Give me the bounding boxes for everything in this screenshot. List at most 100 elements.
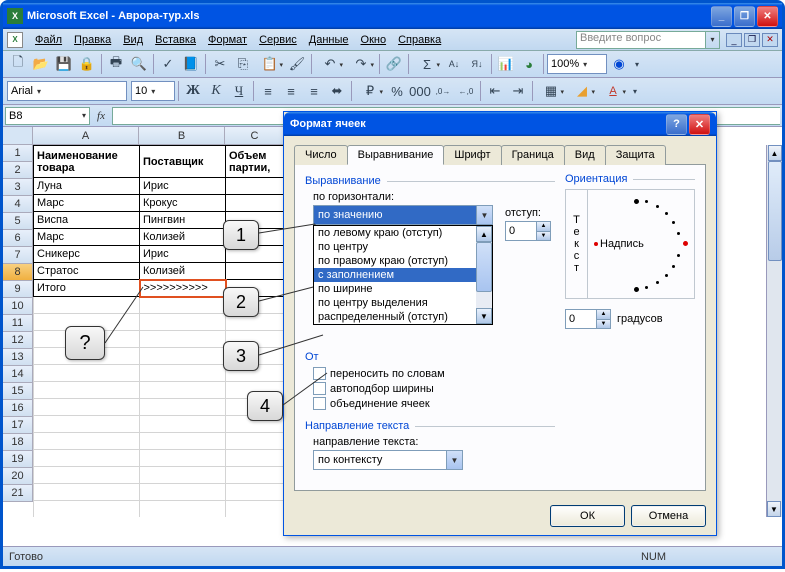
cell-b8-selected[interactable]: >>>>>>>>>> <box>140 280 226 297</box>
row-header-8[interactable]: 8 <box>3 264 33 281</box>
dialog-titlebar[interactable]: Формат ячеек ? ✕ <box>284 112 716 136</box>
dropdown-option[interactable]: по центру выделения <box>314 296 492 310</box>
dialog-tab-2[interactable]: Шрифт <box>443 145 501 165</box>
menu-tools[interactable]: Сервис <box>253 32 303 48</box>
dropdown-option[interactable]: с заполнением <box>314 268 492 282</box>
row-header-17[interactable]: 17 <box>3 417 33 434</box>
workbook-icon[interactable]: X <box>7 32 23 48</box>
row-header-19[interactable]: 19 <box>3 451 33 468</box>
permission-icon[interactable]: 🔒 <box>76 53 98 75</box>
minimize-button[interactable]: _ <box>711 6 732 27</box>
borders-icon[interactable]: ▦ <box>536 80 566 102</box>
workbook-restore-button[interactable]: ❐ <box>744 33 760 47</box>
cancel-button[interactable]: Отмена <box>631 505 706 527</box>
spinner-down[interactable]: ▼ <box>596 320 610 329</box>
sort-asc-icon[interactable]: A↓ <box>443 53 465 75</box>
bold-button[interactable]: Ж <box>182 80 204 102</box>
toolbar-options-icon[interactable]: ▾ <box>631 53 643 75</box>
dialog-tab-4[interactable]: Вид <box>564 145 606 165</box>
dropdown-option[interactable]: по правому краю (отступ) <box>314 254 492 268</box>
dialog-tab-0[interactable]: Число <box>294 145 348 165</box>
indent-spinner[interactable]: 0 ▲▼ <box>505 221 551 241</box>
degrees-spinner[interactable]: 0 ▲▼ <box>565 309 611 329</box>
decrease-indent-icon[interactable]: ⇤ <box>484 80 506 102</box>
fx-button[interactable]: fx <box>90 110 112 122</box>
chevron-down-icon[interactable]: ▼ <box>446 451 462 469</box>
dialog-tab-5[interactable]: Защита <box>605 145 666 165</box>
font-color-icon[interactable]: A <box>598 80 628 102</box>
column-header-C[interactable]: C <box>225 127 285 145</box>
row-header-21[interactable]: 21 <box>3 485 33 502</box>
hyperlink-icon[interactable]: 🔗 <box>383 53 405 75</box>
fill-color-icon[interactable]: ◢ <box>567 80 597 102</box>
row-header-6[interactable]: 6 <box>3 230 33 247</box>
ok-button[interactable]: ОК <box>550 505 625 527</box>
drawing-icon[interactable]: ◕ <box>518 53 540 75</box>
menu-format[interactable]: Формат <box>202 32 253 48</box>
percent-icon[interactable]: % <box>386 80 408 102</box>
maximize-button[interactable]: ❐ <box>734 6 755 27</box>
row-header-7[interactable]: 7 <box>3 247 33 264</box>
workbook-close-button[interactable]: ✕ <box>762 33 778 47</box>
size-combo[interactable]: 10▾ <box>131 81 175 101</box>
menu-help[interactable]: Справка <box>392 32 447 48</box>
help-search-input[interactable]: Введите вопрос <box>576 31 706 49</box>
spinner-up[interactable]: ▲ <box>596 310 610 320</box>
print-icon[interactable]: 🖶 <box>105 53 127 75</box>
align-center-icon[interactable]: ≡ <box>280 80 302 102</box>
select-all-corner[interactable] <box>3 127 33 145</box>
menu-file[interactable]: Файл <box>29 32 68 48</box>
copy-icon[interactable]: ⎘ <box>232 53 254 75</box>
italic-button[interactable]: К <box>205 80 227 102</box>
row-header-3[interactable]: 3 <box>3 179 33 196</box>
close-button[interactable]: ✕ <box>757 6 778 27</box>
row-header-11[interactable]: 11 <box>3 315 33 332</box>
cut-icon[interactable]: ✂ <box>209 53 231 75</box>
row-header-14[interactable]: 14 <box>3 366 33 383</box>
align-left-icon[interactable]: ≡ <box>257 80 279 102</box>
open-icon[interactable]: 📂 <box>30 53 52 75</box>
row-header-5[interactable]: 5 <box>3 213 33 230</box>
dialog-tab-3[interactable]: Граница <box>501 145 565 165</box>
spell-icon[interactable]: ✓ <box>157 53 179 75</box>
scroll-thumb[interactable] <box>768 161 782 261</box>
currency-icon[interactable]: ₽ <box>355 80 385 102</box>
paste-icon[interactable]: 📋 <box>255 53 285 75</box>
help-icon[interactable]: ◉ <box>608 53 630 75</box>
preview-icon[interactable]: 🔍 <box>128 53 150 75</box>
menu-window[interactable]: Окно <box>355 32 393 48</box>
row-header-1[interactable]: 1 <box>3 145 33 162</box>
increase-indent-icon[interactable]: ⇥ <box>507 80 529 102</box>
zoom-combo[interactable]: 100%▾ <box>547 54 607 74</box>
dialog-help-button[interactable]: ? <box>666 114 687 135</box>
text-direction-combo[interactable]: по контексту ▼ <box>313 450 463 470</box>
name-box[interactable]: B8▾ <box>5 107 90 125</box>
dropdown-scroll-up[interactable]: ▲ <box>476 226 492 242</box>
row-header-15[interactable]: 15 <box>3 383 33 400</box>
shrink-fit-checkbox[interactable]: автоподбор ширины <box>313 382 555 395</box>
dialog-close-button[interactable]: ✕ <box>689 114 710 135</box>
redo-icon[interactable]: ↷ <box>346 53 376 75</box>
new-icon[interactable]: 🗋 <box>7 53 29 75</box>
row-header-10[interactable]: 10 <box>3 298 33 315</box>
dropdown-option[interactable]: по ширине <box>314 282 492 296</box>
horizontal-align-combo[interactable]: по значению ▼ <box>313 205 493 225</box>
save-icon[interactable]: 💾 <box>53 53 75 75</box>
row-header-13[interactable]: 13 <box>3 349 33 366</box>
font-combo[interactable]: Arial▾ <box>7 81 127 101</box>
align-right-icon[interactable]: ≡ <box>303 80 325 102</box>
chevron-down-icon[interactable]: ▼ <box>476 206 492 224</box>
wrap-text-checkbox[interactable]: переносить по словам <box>313 367 555 380</box>
menu-edit[interactable]: Правка <box>68 32 117 48</box>
increase-decimal-icon[interactable]: ,0→ <box>432 80 454 102</box>
row-header-4[interactable]: 4 <box>3 196 33 213</box>
dropdown-option[interactable]: распределенный (отступ) <box>314 310 492 324</box>
column-header-A[interactable]: A <box>33 127 139 145</box>
column-header-B[interactable]: B <box>139 127 225 145</box>
row-header-2[interactable]: 2 <box>3 162 33 179</box>
row-header-9[interactable]: 9 <box>3 281 33 298</box>
dropdown-option[interactable]: по центру <box>314 240 492 254</box>
scroll-down-button[interactable]: ▼ <box>767 501 781 517</box>
orientation-dial[interactable]: Надпись <box>588 190 694 298</box>
help-search-dropdown[interactable]: ▾ <box>706 31 720 49</box>
